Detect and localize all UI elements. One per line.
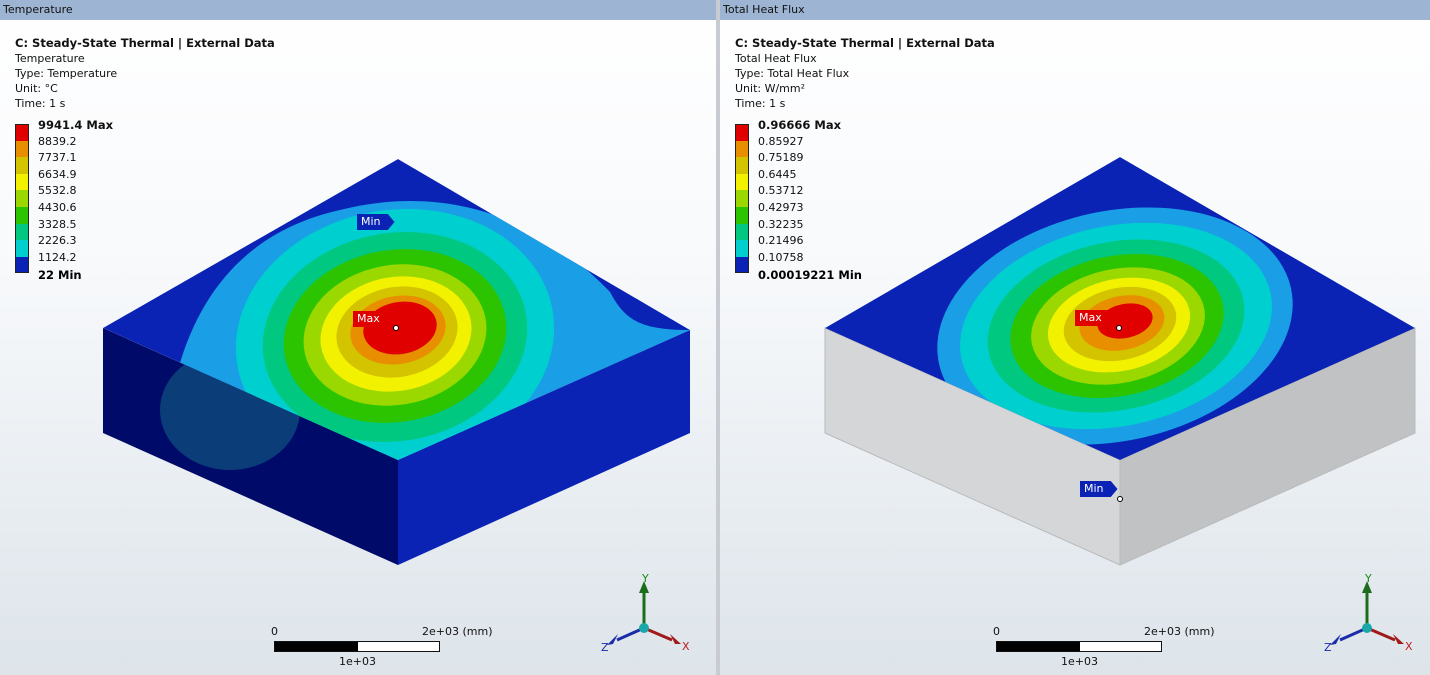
scale-end-label: 2e+03 (mm) — [422, 625, 493, 638]
viewport-title: Temperature — [0, 0, 716, 20]
axis-y-label: Y — [641, 572, 649, 585]
scale-start-label: 0 — [271, 625, 278, 638]
heat-flux-model[interactable] — [720, 20, 1430, 580]
axis-y-label: Y — [1364, 572, 1372, 585]
max-probe-label[interactable]: Max — [353, 311, 394, 327]
scale-bar — [274, 641, 440, 652]
temperature-model[interactable] — [0, 20, 716, 580]
scale-start-label: 0 — [993, 625, 1000, 638]
axis-z-label: Z — [1324, 641, 1332, 654]
scale-end-label: 2e+03 (mm) — [1144, 625, 1215, 638]
max-probe-point — [1116, 325, 1122, 331]
max-probe-label[interactable]: Max — [1075, 310, 1116, 326]
axis-triad[interactable]: Y X Z — [1320, 568, 1420, 658]
scale-mid-label: 1e+03 — [1061, 655, 1098, 668]
axis-z-label: Z — [601, 641, 609, 654]
min-probe-point — [1117, 496, 1123, 502]
heat-flux-viewport[interactable]: Total Heat Flux C: Steady-State Thermal … — [720, 0, 1430, 675]
viewport-title: Total Heat Flux — [720, 0, 1430, 20]
axis-x-label: X — [682, 640, 690, 653]
axis-triad[interactable]: Y X Z — [597, 568, 697, 658]
axis-x-label: X — [1405, 640, 1413, 653]
max-probe-point — [393, 325, 399, 331]
temperature-viewport[interactable]: Temperature C: Steady-State Thermal | Ex… — [0, 0, 716, 675]
min-probe-label[interactable]: Min — [357, 214, 395, 230]
min-probe-label[interactable]: Min — [1080, 481, 1118, 497]
scale-mid-label: 1e+03 — [339, 655, 376, 668]
scale-bar — [996, 641, 1162, 652]
